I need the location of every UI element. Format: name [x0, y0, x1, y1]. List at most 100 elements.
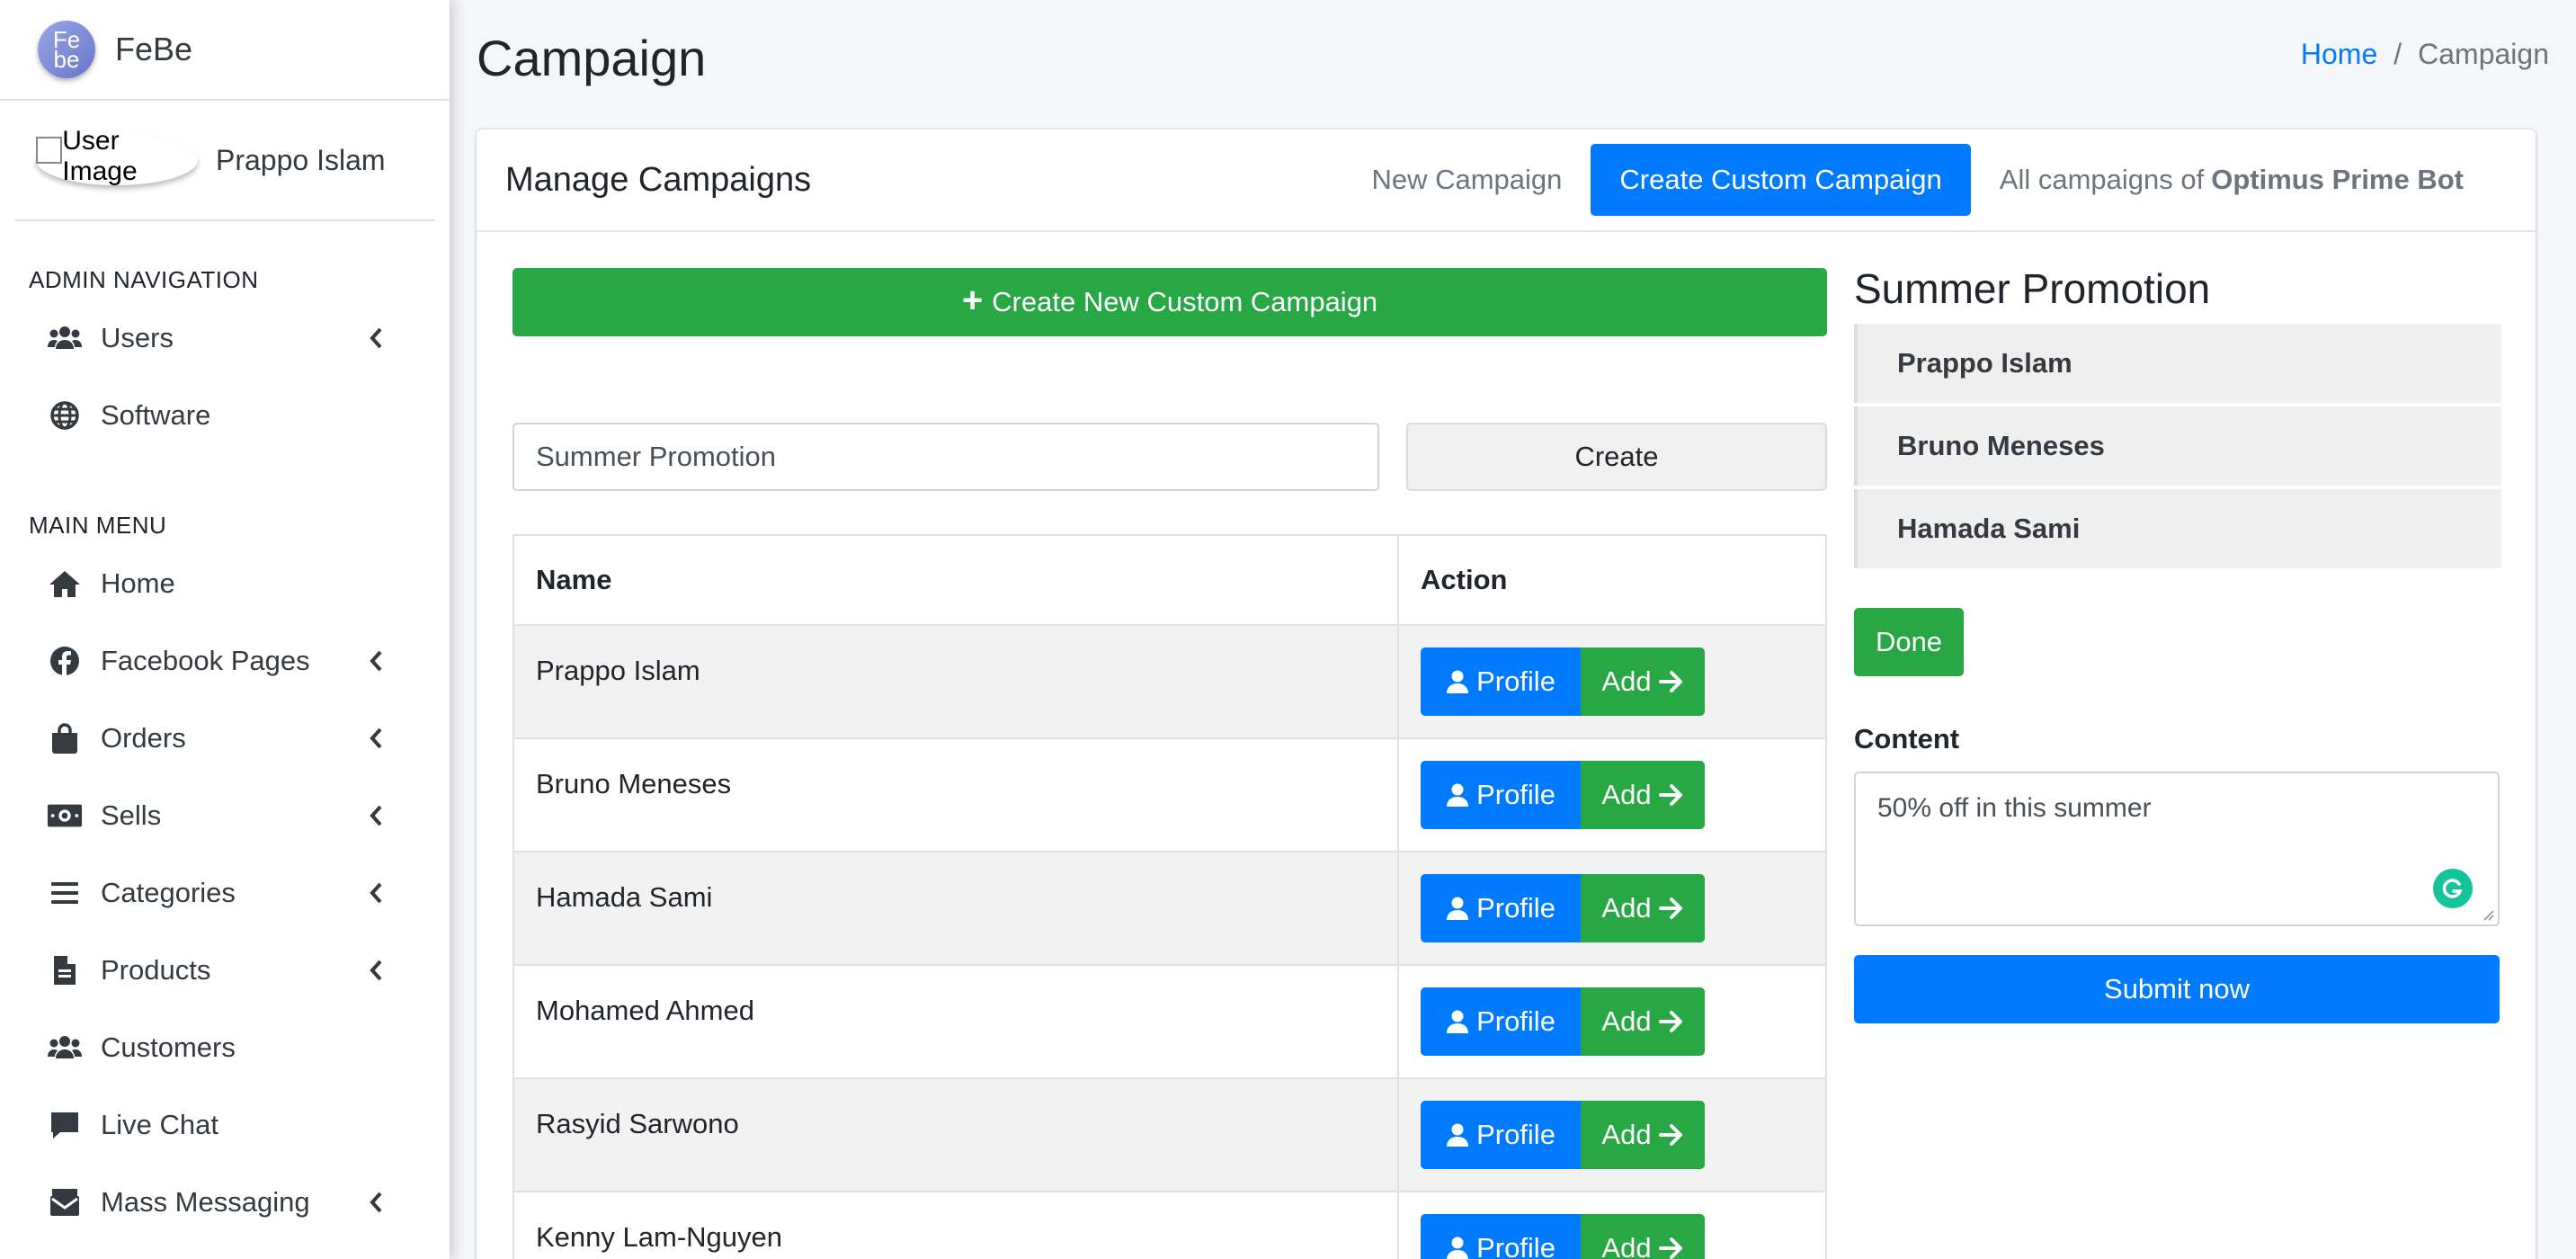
sidebar-item-label: Sells [101, 799, 162, 831]
arrow-right-icon [1658, 1237, 1682, 1259]
sidebar-item-label: Orders [101, 722, 186, 754]
globe-icon [47, 397, 83, 433]
sidebar-item-sells[interactable]: Sells [0, 777, 450, 854]
content-text: 50% off in this summer [1877, 793, 2152, 823]
user-icon [1447, 897, 1469, 920]
add-button[interactable]: Add [1581, 987, 1705, 1056]
column-header-action: Action [1397, 534, 1827, 626]
add-button[interactable]: Add [1581, 647, 1705, 716]
content-textarea[interactable]: 50% off in this summer [1854, 772, 2500, 926]
user-icon [1447, 783, 1469, 807]
sidebar-item-home[interactable]: Home [0, 545, 450, 622]
table-row: Kenny Lam-Nguyen Profile Add [513, 1191, 1827, 1259]
list-item: Prappo Islam [1854, 324, 2501, 403]
tab-create-custom-campaign[interactable]: Create Custom Campaign [1591, 144, 1971, 216]
create-new-custom-campaign-button[interactable]: + Create New Custom Campaign [513, 268, 1827, 336]
brand-link[interactable]: Fe be FeBe [0, 0, 450, 101]
tab-all-campaigns-bot: Optimus Prime Bot [2211, 164, 2464, 195]
add-label: Add [1601, 892, 1652, 924]
sidebar-item-label: Facebook Pages [101, 645, 310, 676]
sidebar-item-facebook-pages[interactable]: Facebook Pages [0, 622, 450, 700]
content-label: Content [1854, 723, 1960, 755]
table-row: Prappo Islam Profile Add [513, 624, 1827, 739]
table-row: Mohamed Ahmed Profile Add [513, 964, 1827, 1079]
chevron-left-icon [367, 325, 385, 352]
user-name-cell: Mohamed Ahmed [513, 964, 1399, 1079]
sidebar-item-label: Products [101, 954, 211, 986]
money-bill-icon [47, 798, 83, 834]
sidebar-item-label: Live Chat [101, 1109, 218, 1140]
nav-header-main: MAIN MENU [29, 512, 167, 539]
card-title: Manage Campaigns [505, 160, 812, 199]
facebook-icon [47, 643, 83, 679]
profile-button[interactable]: Profile [1421, 647, 1581, 716]
action-cell: Profile Add [1397, 964, 1827, 1079]
campaign-title: Summer Promotion [1854, 265, 2211, 312]
table-row: Bruno Meneses Profile Add [513, 737, 1827, 853]
sidebar-item-orders[interactable]: Orders [0, 700, 450, 777]
card-header: Manage Campaigns New Campaign Create Cus… [477, 129, 2536, 232]
file-icon [47, 952, 83, 988]
tab-new-campaign[interactable]: New Campaign [1342, 144, 1591, 216]
shopping-bag-icon [47, 720, 83, 756]
sidebar-item-products[interactable]: Products [0, 932, 450, 1009]
list-item: Hamada Sami [1854, 489, 2501, 568]
content-wrapper: Campaign Home / Campaign Manage Campaign… [450, 0, 2576, 1259]
users-icon [47, 320, 83, 356]
user-icon [1447, 1010, 1469, 1033]
breadcrumb-home[interactable]: Home [2301, 38, 2377, 71]
submit-now-button[interactable]: Submit now [1854, 955, 2500, 1023]
content-header: Campaign Home / Campaign [477, 27, 2549, 90]
chevron-left-icon [367, 647, 385, 674]
sidebar-item-software[interactable]: Software [0, 377, 450, 454]
tab-all-campaigns[interactable]: All campaigns of Optimus Prime Bot [1971, 144, 2492, 216]
add-button[interactable]: Add [1581, 1101, 1705, 1169]
action-button-group: Profile Add [1421, 874, 1825, 942]
profile-button[interactable]: Profile [1421, 1101, 1581, 1169]
action-button-group: Profile Add [1421, 761, 1825, 829]
user-icon [1447, 1237, 1468, 1259]
tab-all-campaigns-prefix: All campaigns of [1999, 164, 2205, 195]
sidebar-item-label: Users [101, 322, 174, 353]
sidebar-item-live-chat[interactable]: Live Chat [0, 1086, 450, 1164]
add-button[interactable]: Add [1581, 761, 1705, 829]
add-button[interactable]: Add [1581, 1214, 1705, 1259]
add-button[interactable]: Add [1581, 874, 1705, 942]
users-icon [47, 1030, 83, 1066]
chevron-left-icon [367, 725, 385, 752]
breadcrumb-current: Campaign [2418, 38, 2549, 70]
table-row: Hamada Sami Profile Add [513, 851, 1827, 966]
user-name-link[interactable]: Prappo Islam [216, 144, 386, 177]
add-label: Add [1601, 1119, 1652, 1150]
sidebar-item-customers[interactable]: Customers [0, 1009, 450, 1086]
selected-recipients-list: Prappo Islam Bruno Meneses Hamada Sami [1854, 324, 2501, 568]
grammarly-icon[interactable] [2433, 869, 2473, 908]
list-item: Bruno Meneses [1854, 406, 2501, 486]
profile-button[interactable]: Profile [1421, 874, 1581, 942]
sidebar-item-categories[interactable]: Categories [0, 854, 450, 932]
sidebar-item-label: Software [101, 399, 211, 431]
profile-button[interactable]: Profile [1421, 761, 1581, 829]
user-panel: User Image Prappo Islam [14, 101, 435, 221]
sidebar-item-users[interactable]: Users [0, 299, 450, 377]
action-cell: Profile Add [1397, 737, 1827, 853]
user-avatar: User Image [36, 126, 198, 186]
profile-button[interactable]: Profile [1421, 987, 1581, 1056]
user-name-cell: Hamada Sami [513, 851, 1399, 966]
sidebar-item-mass-messaging[interactable]: Mass Messaging [0, 1164, 450, 1241]
profile-button[interactable]: Profile [1421, 1214, 1581, 1259]
home-icon [47, 566, 83, 602]
done-button[interactable]: Done [1854, 608, 1964, 676]
create-button[interactable]: Create [1406, 423, 1827, 491]
action-button-group: Profile Add [1421, 987, 1825, 1056]
breadcrumb: Home / Campaign [2301, 38, 2549, 71]
resize-handle-icon[interactable] [2482, 908, 2494, 921]
breadcrumb-separator: / [2393, 38, 2402, 70]
arrow-right-icon [1658, 897, 1682, 919]
chevron-left-icon [367, 802, 385, 829]
campaign-name-input[interactable] [513, 423, 1379, 491]
brand-logo: Fe be [38, 21, 95, 78]
sidebar-item-label: Mass Messaging [101, 1186, 310, 1218]
arrow-right-icon [1658, 1011, 1682, 1032]
comment-icon [47, 1107, 83, 1143]
